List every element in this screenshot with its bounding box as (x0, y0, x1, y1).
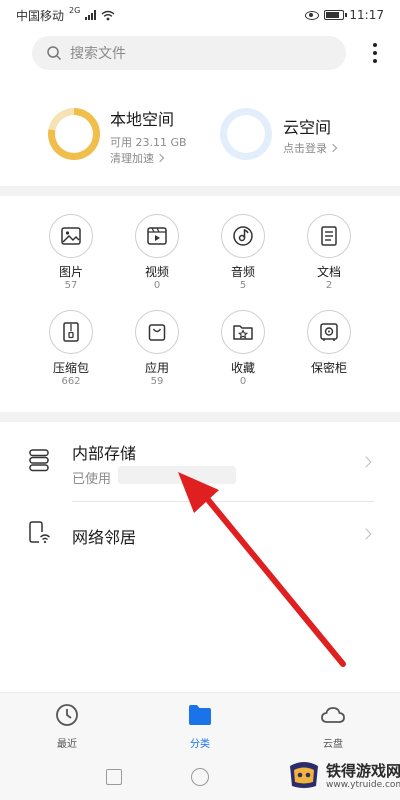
internal-storage-title: 内部存储 (72, 444, 137, 463)
nav-label: 最近 (57, 739, 77, 750)
home-button[interactable] (191, 768, 209, 786)
category-images[interactable]: 图片 57 (31, 214, 111, 292)
cloud-login-link[interactable]: 点击登录 (283, 142, 327, 155)
signal-icon (85, 10, 97, 20)
category-name: 音频 (230, 265, 255, 279)
archive-icon (63, 322, 79, 342)
nav-label: 分类 (190, 739, 210, 750)
nav-recent[interactable]: 最近 (27, 703, 107, 750)
nav-cloud[interactable]: 云盘 (293, 703, 373, 750)
search-icon (47, 46, 62, 61)
watermark-name: 铁得游戏网 (326, 762, 400, 780)
video-icon (147, 227, 167, 245)
safe-icon (320, 323, 338, 341)
chevron-right-icon (328, 143, 338, 153)
category-videos[interactable]: 视频 0 (117, 214, 197, 292)
recent-apps-button[interactable] (106, 769, 122, 785)
section-separator (0, 186, 400, 196)
cloud-storage-ring (220, 108, 272, 160)
section-separator (0, 412, 400, 422)
wifi-icon (101, 10, 115, 20)
category-name: 收藏 (230, 361, 255, 375)
local-storage-available: 可用 23.11 GB (110, 136, 187, 149)
status-bar: 中国移动 2G 11:17 (0, 0, 400, 30)
search-bar[interactable]: 搜索文件 (32, 36, 346, 70)
internal-storage-row[interactable]: 内部存储 已使用 (0, 428, 400, 500)
watermark-logo-icon (290, 762, 318, 788)
site-watermark: 铁得游戏网 www.ytruide.com (286, 758, 400, 798)
category-name: 压缩包 (52, 361, 89, 375)
nav-label: 云盘 (323, 739, 343, 750)
chevron-right-icon (360, 456, 372, 468)
category-safe[interactable]: 保密柜 (289, 310, 369, 376)
category-count: 57 (64, 280, 78, 291)
image-icon (61, 227, 81, 245)
watermark-url: www.ytruide.com (326, 780, 400, 790)
local-storage-title: 本地空间 (110, 110, 175, 129)
folder-icon (189, 705, 211, 725)
category-count: 662 (61, 376, 81, 387)
category-audio[interactable]: 音频 5 (203, 214, 283, 292)
category-apps[interactable]: 应用 59 (117, 310, 197, 388)
chevron-right-icon (360, 528, 372, 540)
clock-time: 11:17 (349, 8, 384, 22)
category-name: 视频 (144, 265, 169, 279)
category-name: 文档 (316, 265, 341, 279)
network-device-icon (29, 521, 51, 544)
storage-summary: 本地空间 可用 23.11 GB 清理加速 云空间 点击登录 (0, 96, 400, 178)
category-name: 图片 (58, 265, 83, 279)
category-count: 0 (153, 280, 161, 291)
category-count: 5 (239, 280, 247, 291)
category-grid: 图片 57 视频 0 音频 5 文档 2 压缩包 662 应用 59 收藏 0 … (0, 198, 400, 408)
cloud-storage-title: 云空间 (283, 118, 332, 137)
category-documents[interactable]: 文档 2 (289, 214, 369, 292)
battery-icon (324, 10, 348, 20)
redacted-usage (118, 466, 236, 484)
more-options-icon[interactable] (368, 40, 382, 66)
nav-categories[interactable]: 分类 (160, 703, 240, 750)
app-bag-icon (148, 324, 166, 341)
audio-icon (233, 226, 253, 246)
eye-comfort-icon (305, 10, 320, 20)
category-count: 2 (325, 280, 333, 291)
local-storage-ring (48, 108, 100, 160)
network-neighbor-title: 网络邻居 (72, 528, 137, 547)
network-neighbor-row[interactable]: 网络邻居 (0, 502, 400, 566)
carrier-label: 中国移动 (16, 8, 65, 23)
cloud-icon (321, 707, 345, 723)
clock-icon (56, 704, 78, 726)
chevron-right-icon (155, 153, 165, 163)
category-name: 应用 (144, 361, 169, 375)
category-favorites[interactable]: 收藏 0 (203, 310, 283, 388)
network-type: 2G (69, 5, 81, 15)
category-count: 59 (150, 376, 164, 387)
storage-icon (29, 449, 49, 472)
category-name: 保密柜 (310, 361, 347, 375)
bottom-navigation: 最近 分类 云盘 (0, 692, 400, 754)
search-placeholder: 搜索文件 (70, 46, 126, 62)
internal-storage-subtitle: 已使用 (72, 472, 112, 487)
category-archives[interactable]: 压缩包 662 (31, 310, 111, 388)
clean-accelerate-link[interactable]: 清理加速 (110, 152, 154, 165)
favorite-folder-icon (233, 325, 253, 340)
document-icon (321, 226, 337, 246)
category-count: 0 (239, 376, 247, 387)
